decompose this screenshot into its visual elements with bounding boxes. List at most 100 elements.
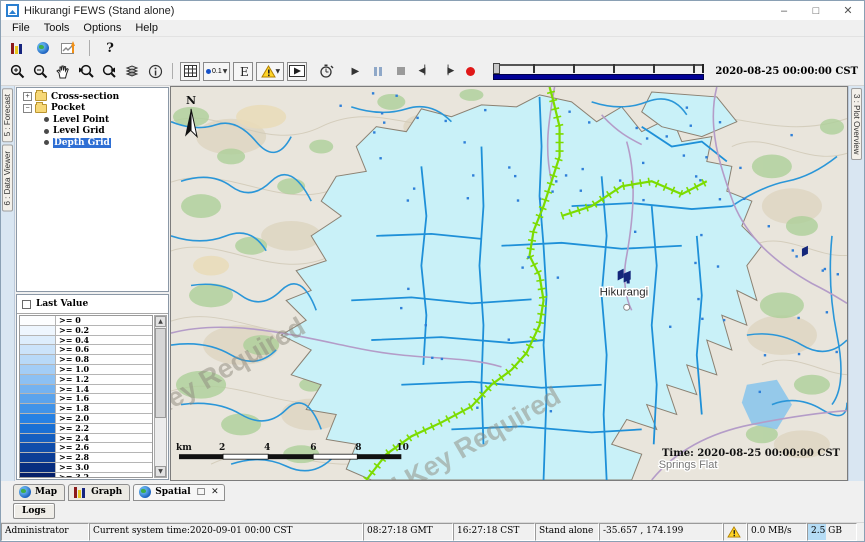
chevron-down-icon: ▼ [276,68,281,75]
station-dot [555,180,557,182]
legend-color-swatch [20,463,56,472]
station-dot [395,95,397,97]
statusbar: AdministratorCurrent system time:2020-09… [1,523,864,541]
dock-tab-left-0[interactable]: 5 : Forecast [2,88,13,142]
minimize-button[interactable]: – [768,1,800,20]
svg-text:N: N [186,94,196,107]
help-button[interactable]: ? [100,39,120,58]
station-dot [580,190,582,192]
menu-item-options[interactable]: Options [76,22,128,34]
station-dot [514,175,516,177]
legend-scrollbar[interactable]: ▲ ▼ [154,315,167,478]
station-dot [472,174,474,176]
timeline-datetime: 2020-08-25 00:00:00 CST [715,66,860,77]
legend-value-label: >= 3.2 [56,473,89,478]
station-dot [822,269,824,271]
main-toolbar: ? [1,37,864,59]
view-tab-spatial[interactable]: Spatial□✕ [133,484,225,501]
step-back-button[interactable]: ◀▏ [414,62,434,81]
station-dot [416,117,418,119]
tab-close-icon[interactable]: ✕ [211,487,219,497]
station-dot [527,256,529,258]
timeline-slider[interactable] [493,61,704,81]
tree-leaf[interactable]: Level Grid [17,126,168,138]
step-forward-button[interactable]: ▕▶ [437,62,457,81]
zoom-previous-button[interactable] [76,62,96,81]
bullet-icon [44,117,49,122]
station-dot [565,174,567,176]
replay-button[interactable] [316,62,336,81]
timeline-handle[interactable] [493,63,500,74]
station-dot [619,179,621,181]
record-button[interactable] [460,62,480,81]
zoom-out-button[interactable] [30,62,50,81]
station-dot [517,199,519,201]
station-dot [837,273,839,275]
pan-button[interactable] [53,62,73,81]
stop-button[interactable] [391,62,411,81]
titlebar: Hikurangi FEWS (Stand alone) – □ ✕ [1,1,864,20]
zoom-in-button[interactable] [7,62,27,81]
info-button[interactable] [145,62,165,81]
station-dot [768,225,770,227]
tree-leaf[interactable]: Depth Grid [17,137,168,149]
explorer-button[interactable] [7,39,27,58]
label-toggle-button[interactable]: E [233,62,253,81]
station-dot [700,234,702,236]
map-canvas[interactable]: API Key Required API Key Required Hikura… [170,86,848,481]
dock-tab-left-1[interactable]: 6 : Data Viewer [2,145,13,212]
hand-icon [56,64,70,79]
close-button[interactable]: ✕ [832,1,864,20]
tab-maximize-icon[interactable]: □ [197,487,206,497]
legend-value-label: >= 0.2 [56,326,89,335]
scroll-up-icon[interactable]: ▲ [155,316,166,327]
play-icon: ▶ [352,66,360,77]
animation-window-button[interactable] [287,62,307,81]
station-dot [666,135,668,137]
scroll-thumb[interactable] [155,328,166,418]
legend-color-swatch [20,424,56,433]
station-dot [476,407,478,409]
layers-button[interactable] [122,62,142,81]
legend-value-label: >= 0.8 [56,355,89,364]
filter-tree: +Cross-section−PocketLevel PointLevel Gr… [16,87,169,292]
classbreak-dropdown[interactable]: 0.1 ▼ [203,62,230,81]
status-warning[interactable] [723,523,747,541]
menu-item-tools[interactable]: Tools [37,22,77,34]
toolbar-separator [89,40,90,56]
station-dot [539,198,541,200]
logs-button[interactable]: Logs [13,503,55,519]
tree-node[interactable]: −Pocket [17,103,168,115]
last-value-checkbox[interactable] [22,300,31,309]
expand-icon[interactable]: + [23,92,32,101]
menu-item-help[interactable]: Help [128,22,165,34]
globe-icon [19,486,31,498]
station-dot [642,162,644,164]
station-dot [400,307,402,309]
timeseries-display-button[interactable] [59,39,79,58]
collapse-icon[interactable]: − [23,104,32,113]
station-dot [339,105,341,107]
station-dot [642,199,644,201]
scroll-down-icon[interactable]: ▼ [155,466,166,477]
view-tab-graph[interactable]: Graph [68,484,130,501]
grid-display-button[interactable] [180,62,200,81]
map-display-button[interactable] [33,39,53,58]
play-button[interactable]: ▶ [345,62,365,81]
zoom-next-button[interactable] [99,62,119,81]
station-dot [759,391,761,393]
station-dot [445,120,447,122]
legend-color-swatch [20,473,56,478]
maximize-button[interactable]: □ [800,1,832,20]
warning-icon [261,65,276,78]
warning-layer-dropdown[interactable]: ▼ [256,62,284,81]
pause-button[interactable] [368,62,388,81]
stop-icon [397,67,405,75]
dock-tab-right-0[interactable]: 3 : Plot Overview [851,88,862,160]
menu-item-file[interactable]: File [5,22,37,34]
tree-leaf[interactable]: Level Point [17,114,168,126]
zoom-in-icon [10,64,25,79]
station-dot [373,131,375,133]
legend-color-swatch [20,326,56,335]
view-tab-map[interactable]: Map [13,484,65,501]
